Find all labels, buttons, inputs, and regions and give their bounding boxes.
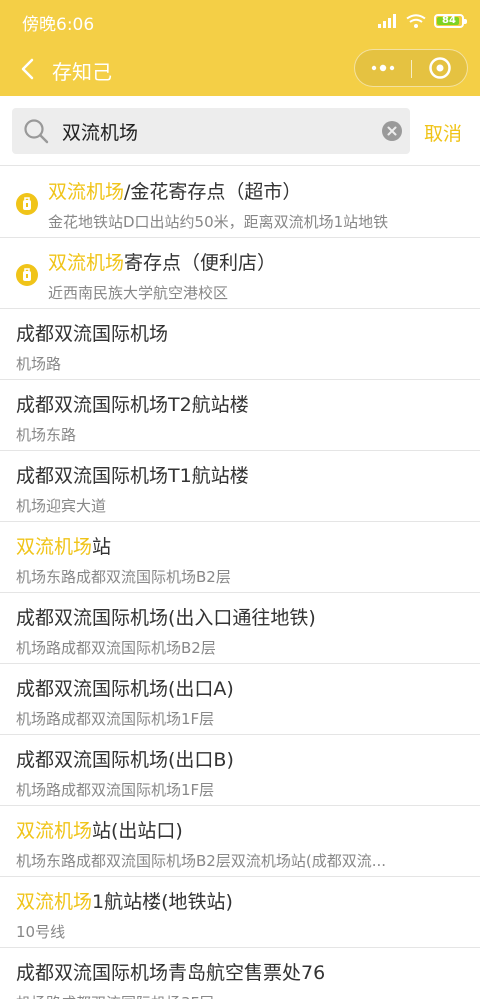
- result-title-highlight: 双流机场: [48, 181, 125, 203]
- result-item[interactable]: 成都双流国际机场(出口B) 机场路成都双流国际机场1F层: [0, 735, 480, 806]
- result-item[interactable]: 成都双流国际机场(出入口通往地铁) 机场路成都双流国际机场B2层: [0, 593, 480, 664]
- chevron-left-icon: [21, 58, 34, 80]
- result-title-rest: 1航站楼(地铁站): [92, 891, 233, 913]
- result-address: 机场路成都双流国际机场3F层: [16, 992, 468, 999]
- result-address: 金花地铁站D口出站约50米，距离双流机场1站地铁: [48, 213, 389, 231]
- luggage-icon: [16, 264, 38, 286]
- clear-icon[interactable]: [382, 121, 402, 141]
- result-address: 机场路: [16, 355, 62, 373]
- result-item[interactable]: 成都双流国际机场T1航站楼机场迎宾大道: [0, 451, 480, 522]
- result-title-rest: 成都双流国际机场T2航站楼: [16, 394, 249, 416]
- result-title-highlight: 双流机场: [16, 891, 93, 913]
- result-title-highlight: 双流机场: [16, 536, 93, 558]
- result-title-rest: 成都双流国际机场(出入口通往地铁): [16, 607, 316, 629]
- more-dots-icon: [371, 64, 395, 72]
- battery-level: 84: [442, 15, 456, 26]
- result-item[interactable]: 成都双流国际机场机场路: [0, 309, 480, 380]
- target-close-icon: [429, 57, 451, 79]
- result-title: 双流机场/金花寄存点（超市）: [48, 177, 301, 204]
- result-title: 双流机场1航站楼(地铁站): [16, 887, 233, 914]
- more-button[interactable]: [355, 50, 411, 86]
- result-title-highlight: 双流机场: [48, 252, 125, 274]
- result-address: 10号线: [16, 923, 66, 941]
- result-item[interactable]: 双流机场1航站楼(地铁站) 10号线: [0, 877, 480, 948]
- result-item[interactable]: 双流机场寄存点（便利店） 近西南民族大学航空港校区: [0, 238, 480, 309]
- result-address: 机场东路成都双流国际机场B2层双流机场站(成都双流...: [16, 852, 386, 870]
- results-list: 双流机场/金花寄存点（超市） 金花地铁站D口出站约50米，距离双流机场1站地铁 双流…: [0, 167, 480, 999]
- result-address: 机场路成都双流国际机场B2层: [16, 639, 216, 657]
- search-input[interactable]: [62, 116, 382, 146]
- result-title: 成都双流国际机场(出入口通往地铁): [16, 603, 316, 630]
- result-title-rest: 成都双流国际机场(出口B): [16, 749, 234, 771]
- top-header: 傍晚6:06 84 存知己: [0, 0, 480, 96]
- mini-program-capsule: [354, 49, 468, 87]
- result-address: 机场东路成都双流国际机场B2层: [16, 568, 231, 586]
- result-title-rest: 站: [92, 536, 112, 558]
- signal-icon: [378, 14, 396, 28]
- result-title: 成都双流国际机场青岛航空售票处76: [16, 958, 325, 985]
- result-title-rest: 站(出站口): [92, 820, 183, 842]
- result-item[interactable]: 双流机场站机场东路成都双流国际机场B2层: [0, 522, 480, 593]
- result-item[interactable]: 双流机场/金花寄存点（超市） 金花地铁站D口出站约50米，距离双流机场1站地铁: [0, 167, 480, 238]
- result-address: 近西南民族大学航空港校区: [48, 284, 229, 302]
- close-mini-program-button[interactable]: [412, 50, 468, 86]
- wifi-icon: [406, 14, 426, 28]
- result-title-rest: 成都双流国际机场青岛航空售票处76: [16, 962, 326, 984]
- result-title-rest: 成都双流国际机场T1航站楼: [16, 465, 249, 487]
- result-title: 成都双流国际机场T1航站楼: [16, 461, 249, 488]
- result-title: 成都双流国际机场: [16, 319, 168, 346]
- back-button[interactable]: [12, 52, 42, 86]
- result-address: 机场迎宾大道: [16, 497, 107, 515]
- result-title: 双流机场站(出站口): [16, 816, 183, 843]
- result-title-highlight: 双流机场: [16, 820, 93, 842]
- status-bar: 傍晚6:06 84: [0, 0, 480, 40]
- result-item[interactable]: 双流机场站(出站口) 机场东路成都双流国际机场B2层双流机场站(成都双流...: [0, 806, 480, 877]
- result-title: 双流机场寄存点（便利店）: [48, 248, 276, 275]
- result-item[interactable]: 成都双流国际机场青岛航空售票处76 机场路成都双流国际机场3F层: [0, 948, 480, 999]
- result-title: 成都双流国际机场(出口A): [16, 674, 234, 701]
- page-title: 存知己: [52, 60, 112, 84]
- result-title-rest: /金花寄存点（超市）: [124, 181, 302, 203]
- result-address: 机场东路: [16, 426, 77, 444]
- result-title: 成都双流国际机场T2航站楼: [16, 390, 249, 417]
- result-item[interactable]: 成都双流国际机场(出口A) 机场路成都双流国际机场1F层: [0, 664, 480, 735]
- result-title-rest: 寄存点（便利店）: [124, 252, 277, 274]
- result-item[interactable]: 成都双流国际机场T2航站楼机场东路: [0, 380, 480, 451]
- result-title-rest: 成都双流国际机场: [16, 323, 169, 345]
- result-title-rest: 成都双流国际机场(出口A): [16, 678, 234, 700]
- battery-icon: 84: [434, 14, 467, 28]
- search-icon: [24, 119, 49, 144]
- search-box[interactable]: [12, 108, 410, 154]
- status-time: 傍晚6:06: [22, 15, 95, 35]
- status-icons: 84: [378, 12, 467, 30]
- result-address: 机场路成都双流国际机场1F层: [16, 781, 215, 799]
- search-bar: 取消: [0, 96, 480, 166]
- result-title: 成都双流国际机场(出口B): [16, 745, 234, 772]
- cancel-button[interactable]: 取消: [424, 119, 462, 146]
- result-title: 双流机场站: [16, 532, 111, 559]
- result-address: 机场路成都双流国际机场1F层: [16, 710, 215, 728]
- luggage-icon: [16, 193, 38, 215]
